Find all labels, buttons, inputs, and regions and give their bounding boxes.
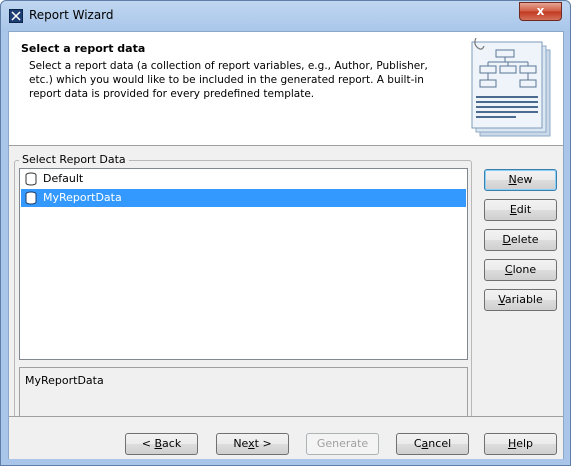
delete-button[interactable]: Delete <box>484 229 557 251</box>
clone-mnemonic: C <box>504 263 513 276</box>
edit-mnemonic: E <box>509 203 517 216</box>
clone-button[interactable]: Clone <box>484 259 557 281</box>
next-button[interactable]: Next > <box>216 433 289 455</box>
next-label-pre: Ne <box>233 437 249 450</box>
dialog-client-area: Select a report data Select a report dat… <box>8 31 564 459</box>
back-label-post: ack <box>162 437 182 450</box>
edit-button[interactable]: Edit <box>484 199 557 221</box>
back-button[interactable]: < Back <box>125 433 198 455</box>
database-icon <box>25 172 37 186</box>
cancel-button[interactable]: Cancel <box>396 433 469 455</box>
delete-mnemonic: D <box>502 233 511 246</box>
help-label-post: elp <box>516 437 534 450</box>
list-item-myreportdata[interactable]: MyReportData <box>21 189 466 207</box>
window-title: Report Wizard <box>29 8 114 22</box>
variable-label-post: ariable <box>504 293 543 306</box>
page-description: Select a report data (a collection of re… <box>29 60 428 100</box>
next-label-post: t > <box>254 437 272 450</box>
list-item-label: MyReportData <box>43 191 122 204</box>
title-bar[interactable]: Report Wizard x <box>1 1 570 31</box>
variable-button[interactable]: Variable <box>484 289 557 311</box>
edit-label-post: dit <box>516 203 532 216</box>
cancel-label-post: ncel <box>428 437 452 450</box>
select-report-data-group: Select Report Data Default MyReportData <box>14 153 472 450</box>
generate-button[interactable]: Generate <box>306 433 379 455</box>
database-icon <box>25 191 37 205</box>
report-wizard-window: Report Wizard x Select a report data Sel… <box>0 0 571 466</box>
list-item-label: Default <box>43 172 84 185</box>
page-title: Select a report data <box>21 42 146 55</box>
back-label-pre: < <box>141 437 155 450</box>
wizard-header: Select a report data Select a report dat… <box>9 32 563 146</box>
app-icon <box>9 9 23 23</box>
report-data-list[interactable]: Default MyReportData <box>19 168 468 360</box>
help-mnemonic: H <box>507 437 517 450</box>
close-button[interactable]: x <box>519 2 562 21</box>
wizard-footer: < Back Next > Generate Cancel Help <box>9 417 563 459</box>
delete-label-post: elete <box>510 233 539 246</box>
selection-description-text: MyReportData <box>25 374 104 387</box>
cancel-label-pre: C <box>413 437 422 450</box>
close-icon: x <box>536 4 545 18</box>
help-button[interactable]: Help <box>484 433 557 455</box>
report-document-icon <box>471 38 551 137</box>
clone-label-post: lone <box>512 263 537 276</box>
new-mnemonic: N <box>508 173 517 186</box>
back-mnemonic: B <box>154 437 163 450</box>
list-item-default[interactable]: Default <box>21 170 466 188</box>
group-label: Select Report Data <box>19 153 129 166</box>
new-label-post: ew <box>516 173 533 186</box>
new-button[interactable]: New <box>484 169 557 191</box>
variable-mnemonic: V <box>498 293 505 306</box>
